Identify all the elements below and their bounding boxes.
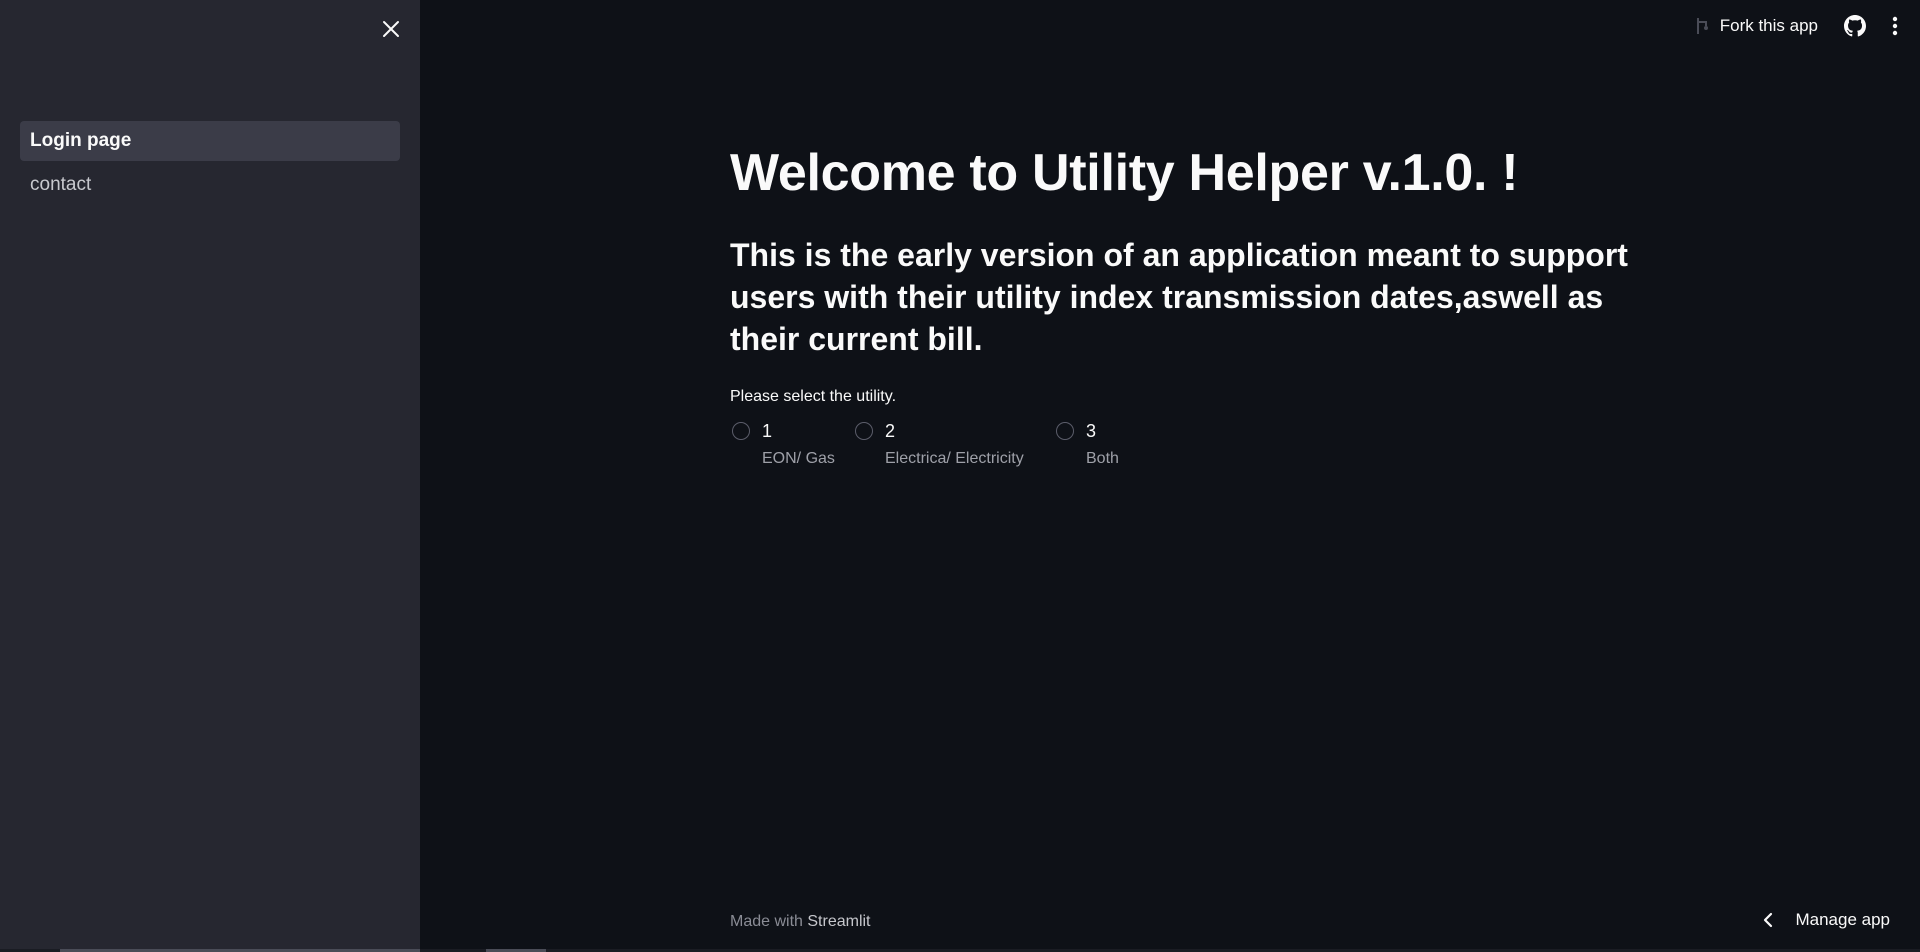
radio-option-value: 3 [1086, 421, 1097, 441]
fork-app-label: Fork this app [1719, 16, 1818, 35]
utility-radio-group: 1 EON/ Gas 2 Electrica/ Electricity 3 Bo… [730, 420, 1630, 468]
footer: Made with Streamlit [730, 913, 871, 931]
manage-app-label: Manage app [1795, 910, 1890, 929]
page-title: Welcome to Utility Helper v.1.0. ! [730, 144, 1519, 202]
github-icon [1844, 15, 1866, 37]
radio-option-caption: Both [1086, 450, 1119, 467]
radio-option-caption: Electrica/ Electricity [885, 450, 1024, 467]
radio-group-label: Please select the utility. [730, 388, 897, 405]
radio-circle[interactable] [1056, 422, 1074, 440]
radio-option-3[interactable]: 3 Both [1054, 420, 1119, 468]
radio-option-1[interactable]: 1 EON/ Gas [730, 420, 853, 468]
footer-made-with: Made with [730, 913, 803, 930]
github-button[interactable] [1844, 15, 1866, 37]
radio-circle[interactable] [732, 422, 750, 440]
radio-circle[interactable] [855, 422, 873, 440]
sidebar-item-login-page[interactable]: Login page [20, 121, 400, 161]
sidebar-nav: Login page contact [20, 121, 400, 209]
manage-app-button[interactable]: Manage app [1763, 910, 1890, 930]
kebab-menu-icon [1892, 16, 1898, 36]
fork-icon [1696, 18, 1708, 34]
sidebar-item-label: contact [30, 174, 92, 195]
radio-option-caption: EON/ Gas [762, 450, 835, 467]
close-sidebar-button[interactable] [378, 16, 404, 42]
radio-option-value: 2 [885, 421, 896, 441]
page-subtitle: This is the early version of an applicat… [730, 237, 1628, 357]
main-content: Fork this app Welcome to Utility Helper … [420, 0, 1920, 952]
chevron-left-icon [1764, 912, 1773, 928]
sidebar-item-label: Login page [30, 130, 132, 151]
streamlit-link[interactable]: Streamlit [807, 913, 870, 930]
close-icon [383, 21, 399, 37]
radio-option-2[interactable]: 2 Electrica/ Electricity [853, 420, 1054, 468]
sidebar-item-contact[interactable]: contact [20, 165, 400, 205]
top-toolbar: Fork this app [1694, 0, 1920, 52]
radio-option-value: 1 [762, 421, 773, 441]
page-body: Welcome to Utility Helper v.1.0. ! This … [730, 140, 1630, 468]
fork-app-button[interactable]: Fork this app [1694, 16, 1818, 36]
main-menu-button[interactable] [1892, 16, 1898, 36]
sidebar: Login page contact [0, 0, 420, 952]
